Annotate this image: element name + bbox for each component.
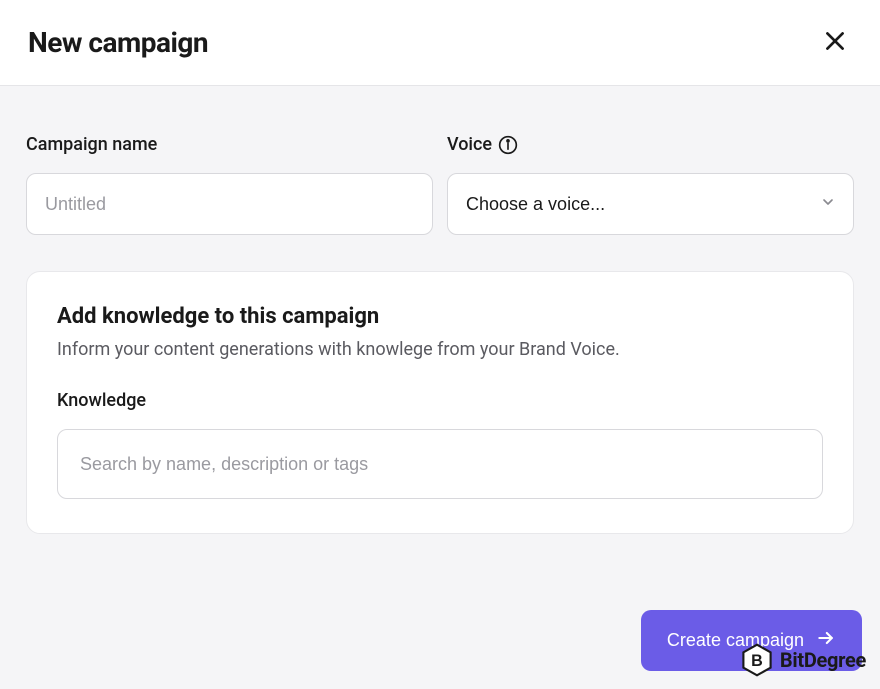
knowledge-card-title: Add knowledge to this campaign [57,304,823,329]
info-icon[interactable] [498,135,518,155]
voice-label-text: Voice [447,134,492,155]
campaign-name-group: Campaign name [26,134,433,235]
dialog-header: New campaign [0,0,880,86]
voice-label: Voice [447,134,854,155]
close-button[interactable] [818,24,852,61]
watermark: B BitDegree [734,639,872,681]
form-row: Campaign name Voice Choose a voice... [26,134,854,235]
knowledge-card: Add knowledge to this campaign Inform yo… [26,271,854,534]
watermark-badge-icon: B [740,643,774,677]
knowledge-card-subtitle: Inform your content generations with kno… [57,339,823,360]
voice-select-wrapper: Choose a voice... [447,173,854,235]
knowledge-search-input[interactable] [57,429,823,499]
svg-text:B: B [751,652,763,670]
close-icon [822,28,848,57]
voice-select-value: Choose a voice... [466,194,605,215]
dialog-title: New campaign [28,26,208,59]
watermark-text: BitDegree [780,648,866,672]
voice-group: Voice Choose a voice... [447,134,854,235]
campaign-name-input[interactable] [26,173,433,235]
knowledge-field-label: Knowledge [57,390,823,411]
campaign-name-label: Campaign name [26,134,433,155]
dialog-content: Campaign name Voice Choose a voice... [0,86,880,554]
voice-select[interactable]: Choose a voice... [447,173,854,235]
